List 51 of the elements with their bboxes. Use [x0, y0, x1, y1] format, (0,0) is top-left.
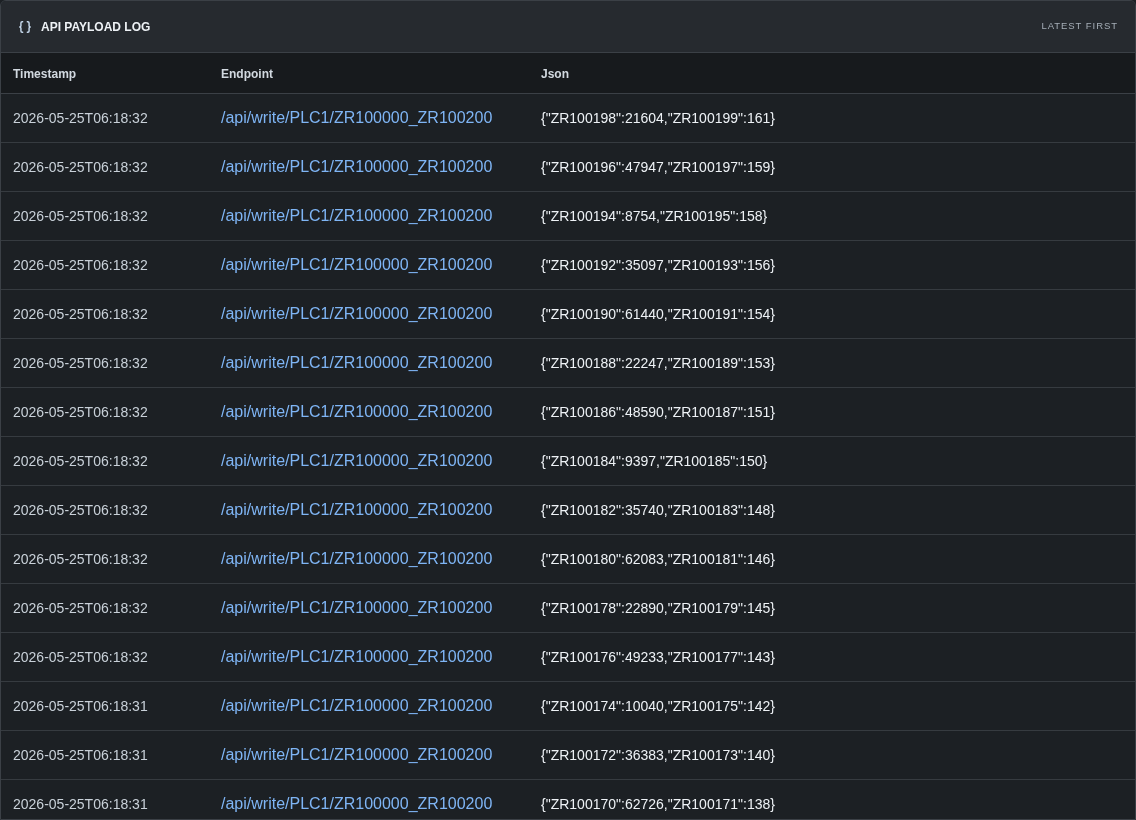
- column-header: Timestamp: [13, 67, 77, 81]
- endpoint-link[interactable]: /api/write/PLC1/ZR100000_ZR100200: [221, 599, 493, 616]
- json-payload-text: {"ZR100174":10040,"ZR100175":142}: [541, 698, 775, 714]
- endpoint-link[interactable]: /api/write/PLC1/ZR100000_ZR100200: [221, 648, 493, 665]
- json-payload-text: {"ZR100170":62726,"ZR100171":138}: [541, 796, 775, 812]
- endpoint-link[interactable]: /api/write/PLC1/ZR100000_ZR100200: [221, 501, 493, 518]
- json-payload-text: {"ZR100192":35097,"ZR100193":156}: [541, 257, 775, 273]
- endpoint-link[interactable]: /api/write/PLC1/ZR100000_ZR100200: [221, 795, 493, 812]
- timestamp-text: 2026-05-25T06:18:32: [13, 404, 148, 420]
- endpoint-link[interactable]: /api/write/PLC1/ZR100000_ZR100200: [221, 550, 493, 567]
- endpoint-link[interactable]: /api/write/PLC1/ZR100000_ZR100200: [221, 452, 493, 469]
- timestamp-text: 2026-05-25T06:18:32: [13, 551, 148, 567]
- timestamp-text: 2026-05-25T06:18:32: [13, 208, 148, 224]
- endpoint-link[interactable]: /api/write/PLC1/ZR100000_ZR100200: [221, 109, 493, 126]
- json-payload-text: {"ZR100194":8754,"ZR100195":158}: [541, 208, 768, 224]
- timestamp-text: 2026-05-25T06:18:32: [13, 110, 148, 126]
- json-payload-text: {"ZR100190":61440,"ZR100191":154}: [541, 306, 775, 322]
- endpoint-link[interactable]: /api/write/PLC1/ZR100000_ZR100200: [221, 207, 493, 224]
- timestamp-text: 2026-05-25T06:18:31: [13, 796, 148, 812]
- timestamp-text: 2026-05-25T06:18:32: [13, 502, 148, 518]
- timestamp-text: 2026-05-25T06:18:32: [13, 600, 148, 616]
- timestamp-text: 2026-05-25T06:18:32: [13, 355, 148, 371]
- json-payload-text: {"ZR100188":22247,"ZR100189":153}: [541, 355, 775, 371]
- endpoint-link[interactable]: /api/write/PLC1/ZR100000_ZR100200: [221, 354, 493, 371]
- braces-icon: [18, 19, 32, 34]
- timestamp-text: 2026-05-25T06:18:31: [13, 747, 148, 763]
- json-payload-text: {"ZR100198":21604,"ZR100199":161}: [541, 110, 775, 126]
- json-payload-text: {"ZR100178":22890,"ZR100179":145}: [541, 600, 775, 616]
- sort-order-label: LATEST FIRST: [1041, 19, 1118, 34]
- json-payload-text: {"ZR100184":9397,"ZR100185":150}: [541, 453, 768, 469]
- json-payload-text: {"ZR100182":35740,"ZR100183":148}: [541, 502, 775, 518]
- endpoint-link[interactable]: /api/write/PLC1/ZR100000_ZR100200: [221, 256, 493, 273]
- json-payload-text: {"ZR100180":62083,"ZR100181":146}: [541, 551, 775, 567]
- endpoint-link[interactable]: /api/write/PLC1/ZR100000_ZR100200: [221, 697, 493, 714]
- json-payload-text: {"ZR100186":48590,"ZR100187":151}: [541, 404, 775, 420]
- json-payload-text: {"ZR100196":47947,"ZR100197":159}: [541, 159, 775, 175]
- json-payload-text: {"ZR100172":36383,"ZR100173":140}: [541, 747, 775, 763]
- timestamp-text: 2026-05-25T06:18:32: [13, 453, 148, 469]
- endpoint-link[interactable]: /api/write/PLC1/ZR100000_ZR100200: [221, 305, 493, 322]
- timestamp-text: 2026-05-25T06:18:32: [13, 159, 148, 175]
- column-header: Endpoint: [221, 67, 273, 81]
- timestamp-text: 2026-05-25T06:18:32: [13, 257, 148, 273]
- json-payload-text: {"ZR100176":49233,"ZR100177":143}: [541, 649, 775, 665]
- column-header: Json: [541, 67, 569, 81]
- timestamp-text: 2026-05-25T06:18:31: [13, 698, 148, 714]
- timestamp-text: 2026-05-25T06:18:32: [13, 649, 148, 665]
- endpoint-link[interactable]: /api/write/PLC1/ZR100000_ZR100200: [221, 158, 493, 175]
- panel-title: API PAYLOAD LOG: [41, 18, 151, 36]
- endpoint-link[interactable]: /api/write/PLC1/ZR100000_ZR100200: [221, 403, 493, 420]
- endpoint-link[interactable]: /api/write/PLC1/ZR100000_ZR100200: [221, 746, 493, 763]
- timestamp-text: 2026-05-25T06:18:32: [13, 306, 148, 322]
